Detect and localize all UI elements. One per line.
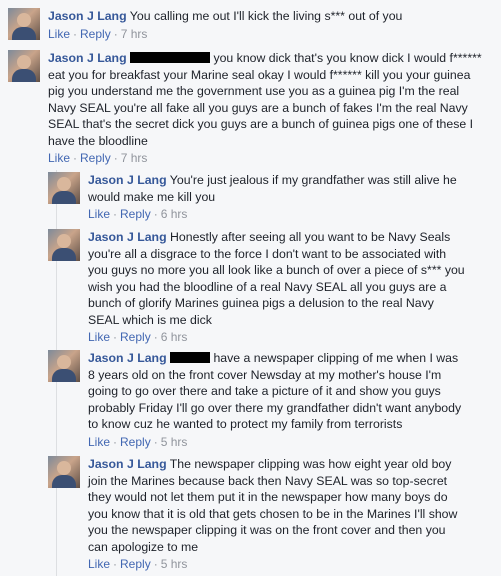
comment-thread: Jason J Lang You calling me out I'll kic… [0, 0, 501, 576]
redaction-mark [170, 352, 211, 363]
reply-actions: Like · Reply · 6 hrs [88, 207, 188, 221]
avatar[interactable] [48, 229, 80, 261]
like-button[interactable]: Like [48, 27, 70, 41]
comment-text: You calling me out I'll kick the living … [129, 9, 403, 23]
comment-text: you know dick that's you know dick I wou… [48, 51, 482, 148]
comment-author-link[interactable]: Jason J Lang [48, 51, 127, 65]
reply-actions: Like · Reply · 6 hrs [88, 330, 188, 344]
reply-button[interactable]: Reply [120, 435, 151, 449]
like-button[interactable]: Like [88, 557, 110, 571]
reply-actions: Like · Reply · 5 hrs [88, 557, 188, 571]
avatar[interactable] [8, 8, 40, 40]
reply-button[interactable]: Reply [120, 557, 151, 571]
reply-text: Honestly after seeing all you want to be… [88, 230, 465, 327]
reply-actions: Like · Reply · 5 hrs [88, 434, 188, 449]
reply-timestamp[interactable]: 5 hrs [161, 557, 188, 571]
reply: Jason J Lang have a newspaper clipping o… [48, 350, 493, 450]
redaction-mark [130, 52, 211, 63]
reply: Jason J Lang Honestly after seeing all y… [48, 229, 493, 345]
reply-button[interactable]: Reply [120, 207, 151, 221]
reply-timestamp[interactable]: 6 hrs [161, 330, 188, 344]
like-button[interactable]: Like [88, 330, 110, 344]
avatar[interactable] [48, 456, 80, 488]
comment: Jason J Lang You calling me out I'll kic… [8, 8, 493, 42]
comment-actions: Like · Reply · 7 hrs [48, 26, 148, 41]
like-button[interactable]: Like [88, 207, 110, 221]
comment-actions: Like · Reply · 7 hrs [48, 151, 148, 165]
comment-timestamp[interactable]: 7 hrs [121, 27, 148, 41]
avatar[interactable] [48, 350, 80, 382]
like-button[interactable]: Like [48, 151, 70, 165]
reply-button[interactable]: Reply [120, 330, 151, 344]
comment-text-block: Jason J Lang you know dick that's you kn… [48, 50, 488, 149]
reply-text-block: Jason J Lang The newspaper clipping was … [88, 456, 468, 555]
avatar[interactable] [8, 50, 40, 82]
avatar[interactable] [48, 172, 80, 204]
reply: Jason J Lang The newspaper clipping was … [48, 456, 493, 572]
reply-timestamp[interactable]: 5 hrs [161, 435, 188, 449]
reply-text: The newspaper clipping was how eight yea… [88, 457, 458, 554]
comment: Jason J Lang you know dick that's you kn… [8, 50, 493, 166]
like-button[interactable]: Like [88, 435, 110, 449]
reply-author-link[interactable]: Jason J Lang [88, 173, 167, 187]
reply-button[interactable]: Reply [80, 151, 111, 165]
comment-text-block: Jason J Lang You calling me out I'll kic… [48, 8, 488, 25]
comment-timestamp[interactable]: 7 hrs [121, 151, 148, 165]
comment-author-link[interactable]: Jason J Lang [48, 9, 127, 23]
reply-timestamp[interactable]: 6 hrs [161, 207, 188, 221]
reply-author-link[interactable]: Jason J Lang [88, 351, 167, 365]
reply-author-link[interactable]: Jason J Lang [88, 457, 167, 471]
reply-text-block: Jason J Lang Honestly after seeing all y… [88, 229, 468, 328]
reply-text-block: Jason J Lang You're just jealous if my g… [88, 172, 468, 205]
reply: Jason J Lang You're just jealous if my g… [48, 172, 493, 222]
reply-text-block: Jason J Lang have a newspaper clipping o… [88, 350, 468, 433]
reply-author-link[interactable]: Jason J Lang [88, 230, 167, 244]
reply-button[interactable]: Reply [80, 27, 111, 41]
